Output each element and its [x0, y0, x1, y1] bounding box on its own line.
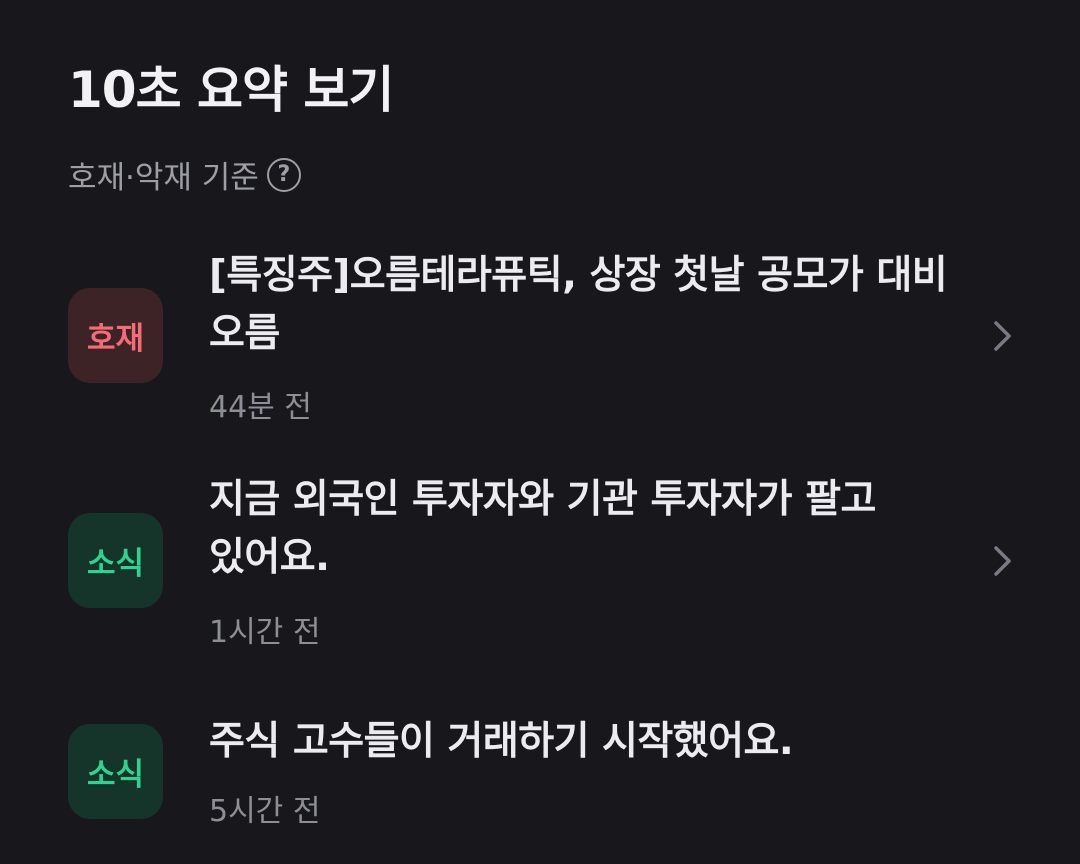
page-title: 10초 요약 보기 [68, 61, 394, 119]
criteria-label: 호재·악재 기준 [68, 160, 259, 196]
news-headline: 주식 고수들이 거래하기 시작했어요. [209, 719, 794, 764]
news-badge: 소식 [68, 724, 163, 819]
news-time: 44분 전 [209, 390, 312, 425]
chevron-right-icon[interactable] [985, 319, 1019, 353]
summary-page: 10초 요약 보기 호재·악재 기준 ? 호재 [특징주]오름테라퓨틱, 상장 … [0, 0, 1080, 864]
good-news-badge: 호재 [68, 288, 163, 383]
news-headline: 지금 외국인 투자자와 기관 투자자가 팔고 있어요. [209, 477, 876, 580]
news-badge: 소식 [68, 513, 163, 608]
news-headline: [특징주]오름테라퓨틱, 상장 첫날 공모가 대비 오름 [209, 253, 948, 356]
question-circle-icon[interactable]: ? [266, 157, 301, 192]
chevron-right-icon[interactable] [985, 544, 1019, 578]
criteria-link[interactable]: 호재·악재 기준 ? [68, 152, 301, 197]
news-time: 1시간 전 [209, 615, 321, 650]
news-time: 5시간 전 [209, 794, 321, 829]
